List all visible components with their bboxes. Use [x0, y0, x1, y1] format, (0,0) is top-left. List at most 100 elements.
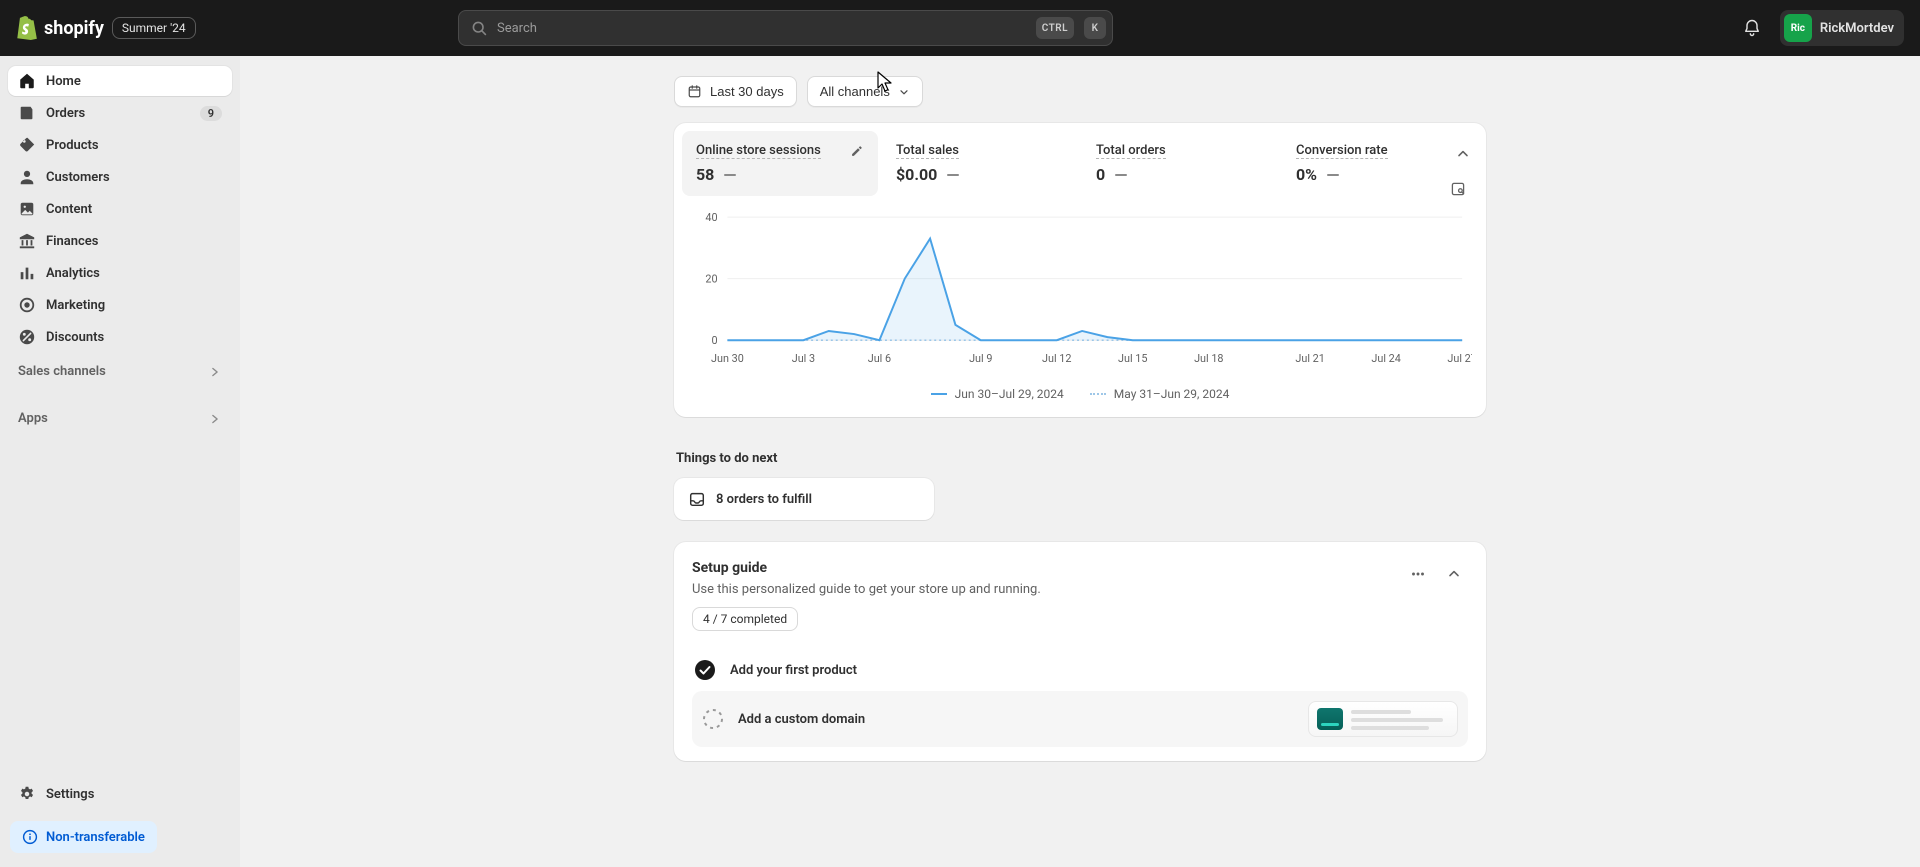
setup-head: Setup guide Use this personalized guide … — [692, 560, 1468, 631]
view-report-button[interactable] — [1446, 177, 1470, 201]
setup-more-button[interactable] — [1404, 560, 1432, 588]
apps-label: Apps — [18, 411, 48, 426]
avatar: Ric — [1784, 14, 1812, 42]
sidebar-item-marketing[interactable]: Marketing — [8, 290, 232, 320]
sidebar-item-products[interactable]: Products — [8, 130, 232, 160]
sidebar-item-label: Analytics — [46, 266, 100, 281]
dashed-circle-icon — [702, 708, 724, 730]
chart-legend: Jun 30–Jul 29, 2024 May 31–Jun 29, 2024 — [682, 377, 1478, 409]
sidebar-item-label: Orders — [46, 106, 85, 121]
metric-value: 0% — [1296, 165, 1317, 184]
search-placeholder: Search — [497, 21, 1026, 36]
setup-subtitle: Use this personalized guide to get your … — [692, 582, 1404, 597]
trend-flat-icon — [1115, 174, 1127, 176]
apps-toggle[interactable]: Apps — [8, 385, 232, 432]
sidebar-item-label: Discounts — [46, 330, 104, 345]
non-transferable-label: Non-transferable — [46, 830, 145, 845]
metric-total-sales[interactable]: Total sales $0.00 — [882, 131, 1078, 196]
pencil-icon[interactable] — [850, 144, 864, 158]
analytics-card: Online store sessions 58 Total sales $0.… — [674, 123, 1486, 417]
metric-sessions[interactable]: Online store sessions 58 — [682, 131, 878, 196]
sidebar-item-finances[interactable]: Finances — [8, 226, 232, 256]
top-header: shopify Summer '24 Search CTRL K Ric Ric… — [0, 0, 1920, 56]
info-icon — [22, 829, 38, 845]
metric-total-orders[interactable]: Total orders 0 — [1082, 131, 1278, 196]
primary-nav: Home Orders 9 Products Customers Content — [8, 66, 232, 352]
shopify-logo[interactable]: shopify — [16, 16, 104, 40]
setup-progress: 4 / 7 completed — [692, 607, 798, 631]
channel-filter-label: All channels — [820, 84, 890, 99]
metric-value: 0 — [1096, 165, 1105, 184]
step-first-product[interactable]: Add your first product — [692, 649, 1468, 691]
metric-title: Online store sessions — [696, 143, 821, 159]
user-menu[interactable]: Ric RickMortdev — [1780, 10, 1904, 46]
legend-previous: May 31–Jun 29, 2024 — [1090, 387, 1230, 401]
svg-text:Jun 30: Jun 30 — [711, 352, 744, 365]
svg-text:Jul 12: Jul 12 — [1042, 352, 1071, 365]
metric-tabs: Online store sessions 58 Total sales $0.… — [682, 131, 1478, 196]
layout: Home Orders 9 Products Customers Content — [0, 56, 1920, 867]
svg-text:Jul 24: Jul 24 — [1371, 352, 1400, 365]
notifications-button[interactable] — [1736, 12, 1768, 44]
sidebar-item-label: Finances — [46, 234, 99, 249]
setup-steps: Add your first product Add a custom doma… — [692, 649, 1468, 747]
trend-flat-icon — [947, 174, 959, 176]
bell-icon — [1742, 18, 1762, 38]
target-icon — [18, 296, 36, 314]
filter-row: Last 30 days All channels — [674, 76, 1486, 107]
step-illustration — [1308, 701, 1458, 737]
sidebar-item-home[interactable]: Home — [8, 66, 232, 96]
tag-icon — [18, 136, 36, 154]
chevron-right-icon — [208, 365, 222, 379]
search-input[interactable]: Search CTRL K — [458, 10, 1113, 46]
sidebar-item-discounts[interactable]: Discounts — [8, 322, 232, 352]
sidebar-item-label: Customers — [46, 170, 110, 185]
svg-text:0: 0 — [711, 334, 717, 347]
sidebar-item-content[interactable]: Content — [8, 194, 232, 224]
sidebar-item-settings[interactable]: Settings — [8, 777, 232, 811]
sales-channels-label: Sales channels — [18, 364, 106, 379]
svg-text:Jul 15: Jul 15 — [1118, 352, 1147, 365]
search-wrap: Search CTRL K — [458, 10, 1113, 46]
chart-icon — [18, 264, 36, 282]
sidebar-item-customers[interactable]: Customers — [8, 162, 232, 192]
header-right: Ric RickMortdev — [1736, 10, 1904, 46]
sales-channels-toggle[interactable]: Sales channels — [8, 352, 232, 385]
step-label: Add a custom domain — [738, 712, 1294, 727]
collapse-chart-button[interactable] — [1450, 141, 1476, 167]
date-range-label: Last 30 days — [710, 84, 784, 99]
check-circle-icon — [694, 659, 716, 681]
sidebar-item-label: Marketing — [46, 298, 105, 313]
gear-icon — [18, 785, 36, 803]
svg-text:Jul 27: Jul 27 — [1447, 352, 1472, 365]
sidebar-item-analytics[interactable]: Analytics — [8, 258, 232, 288]
legend-swatch-dashed — [1090, 393, 1106, 395]
todo-title: Things to do next — [676, 451, 1486, 466]
home-icon — [18, 72, 36, 90]
calendar-icon — [687, 84, 702, 99]
logo-group: shopify Summer '24 — [16, 16, 446, 40]
image-icon — [18, 200, 36, 218]
sessions-chart: 02040Jun 30Jul 3Jul 6Jul 9Jul 12Jul 15Ju… — [688, 206, 1472, 371]
setup-title: Setup guide — [692, 560, 1404, 576]
step-custom-domain[interactable]: Add a custom domain — [692, 691, 1468, 747]
orders-to-fulfill-button[interactable]: 8 orders to fulfill — [674, 478, 934, 520]
main-scroll[interactable]: Last 30 days All channels Online store s… — [240, 56, 1920, 867]
settings-label: Settings — [46, 787, 94, 802]
setup-collapse-button[interactable] — [1440, 560, 1468, 588]
chevron-down-icon — [898, 86, 910, 98]
content: Last 30 days All channels Online store s… — [674, 56, 1486, 867]
metric-title: Total sales — [896, 143, 959, 159]
shopify-bag-icon — [16, 16, 38, 40]
date-range-button[interactable]: Last 30 days — [674, 76, 797, 107]
sidebar-item-orders[interactable]: Orders 9 — [8, 98, 232, 128]
metric-value: 58 — [696, 165, 714, 184]
metric-value: $0.00 — [896, 165, 937, 184]
orders-to-fulfill-label: 8 orders to fulfill — [716, 492, 812, 507]
sidebar: Home Orders 9 Products Customers Content — [0, 56, 240, 867]
trend-flat-icon — [724, 174, 736, 176]
non-transferable-pill[interactable]: Non-transferable — [10, 821, 157, 853]
channel-filter-button[interactable]: All channels — [807, 76, 923, 107]
svg-text:Jul 18: Jul 18 — [1194, 352, 1223, 365]
edition-badge[interactable]: Summer '24 — [112, 17, 196, 39]
